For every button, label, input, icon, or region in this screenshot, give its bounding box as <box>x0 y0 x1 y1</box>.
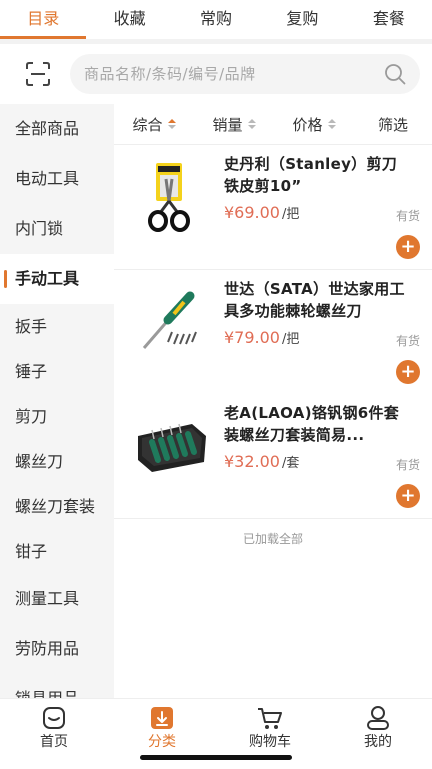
sidebar-item-lock-supplies[interactable]: 锁具用品 <box>0 674 114 698</box>
sort-arrows-icon <box>167 119 176 129</box>
tab-favorites[interactable]: 收藏 <box>86 0 172 38</box>
category-sidebar: 全部商品 电动工具 内门锁 手动工具 扳手 锤子 剪刀 螺丝刀 螺丝刀套装 钳子… <box>0 104 114 698</box>
price-unit: /套 <box>281 456 300 471</box>
home-indicator <box>140 755 292 760</box>
sidebar-item-hand-tools[interactable]: 手动工具 <box>0 254 114 304</box>
cart-icon <box>258 708 282 729</box>
top-tabs: 目录 收藏 常购 复购 套餐 <box>0 0 432 38</box>
sidebar-item-power-tools[interactable]: 电动工具 <box>0 154 114 204</box>
sidebar-item-scissors[interactable]: 剪刀 <box>0 394 114 439</box>
search-placeholder: 商品名称/条码/编号/品牌 <box>84 65 256 83</box>
add-to-cart-button[interactable]: + <box>396 235 420 259</box>
product-title[interactable]: 史丹利（Stanley）剪刀 铁皮剪10” <box>224 153 409 197</box>
stock-status: 有货 <box>395 458 420 472</box>
scan-icon[interactable] <box>25 61 51 87</box>
product-image-ratchet-screwdriver <box>142 291 197 349</box>
home-icon <box>43 707 65 729</box>
category-icon <box>151 707 173 729</box>
search-input[interactable]: 商品名称/条码/编号/品牌 <box>70 54 420 94</box>
product-image-tin-snips <box>148 163 190 232</box>
nav-home[interactable]: 首页 <box>0 699 108 769</box>
nav-cart-label: 购物车 <box>249 734 291 750</box>
sort-arrows-icon <box>247 119 256 129</box>
sort-comprehensive[interactable]: 综合 <box>114 114 194 135</box>
sort-sales-label: 销量 <box>212 115 243 134</box>
sidebar-item-pliers[interactable]: 钳子 <box>0 529 114 574</box>
nav-category-label: 分类 <box>148 734 176 750</box>
nav-home-label: 首页 <box>40 734 68 750</box>
product-image-screwdriver-set <box>138 423 206 472</box>
stock-status: 有货 <box>395 209 420 223</box>
product-title[interactable]: 世达（SATA）世达家用工具多功能棘轮螺丝刀 <box>224 278 409 322</box>
tab-repurchase[interactable]: 复购 <box>259 0 345 38</box>
search-icon[interactable] <box>384 63 406 85</box>
sort-arrows-icon <box>327 119 336 129</box>
price-unit: /把 <box>281 207 300 222</box>
product-card[interactable]: 史丹利（Stanley）剪刀 铁皮剪10” ¥69.00/把 有货 + <box>114 145 432 270</box>
product-card[interactable]: 世达（SATA）世达家用工具多功能棘轮螺丝刀 ¥79.00/把 有货 + <box>114 270 432 395</box>
price-value: ¥79.00 <box>224 328 280 347</box>
price-value: ¥69.00 <box>224 203 280 222</box>
stock-status: 有货 <box>395 334 420 348</box>
sort-price-label: 价格 <box>292 115 323 134</box>
end-of-list-text: 已加载全部 <box>242 532 303 546</box>
add-to-cart-button[interactable]: + <box>396 360 420 384</box>
tab-frequent[interactable]: 常购 <box>173 0 259 38</box>
sidebar-item-screwdriver[interactable]: 螺丝刀 <box>0 439 114 484</box>
product-price: ¥32.00/套 <box>224 452 299 471</box>
product-price: ¥79.00/把 <box>224 328 299 347</box>
product-card[interactable]: 老A(LAOA)铬钒钢6件套装螺丝刀套装简易... ¥32.00/套 有货 + <box>114 394 432 519</box>
sidebar-item-hammer[interactable]: 锤子 <box>0 349 114 394</box>
sort-bar: 综合 销量 价格 筛选 <box>114 104 432 144</box>
user-icon <box>367 706 389 730</box>
nav-mine-label: 我的 <box>364 734 392 750</box>
price-value: ¥32.00 <box>224 452 280 471</box>
add-to-cart-button[interactable]: + <box>396 484 420 508</box>
sort-price[interactable]: 价格 <box>274 114 354 135</box>
sidebar-item-all[interactable]: 全部商品 <box>0 104 114 154</box>
sidebar-item-measuring-tools[interactable]: 测量工具 <box>0 574 114 624</box>
nav-mine[interactable]: 我的 <box>324 699 432 769</box>
search-row: 商品名称/条码/编号/品牌 <box>0 44 432 104</box>
sidebar-item-screwdriver-set[interactable]: 螺丝刀套装 <box>0 484 114 529</box>
price-unit: /把 <box>281 332 300 347</box>
tab-catalog[interactable]: 目录 <box>0 0 86 38</box>
sidebar-item-protective-gear[interactable]: 劳防用品 <box>0 624 114 674</box>
tab-bundles[interactable]: 套餐 <box>346 0 432 38</box>
sidebar-item-door-locks[interactable]: 内门锁 <box>0 204 114 254</box>
sort-comprehensive-label: 综合 <box>132 115 163 134</box>
product-price: ¥69.00/把 <box>224 203 299 222</box>
product-title[interactable]: 老A(LAOA)铬钒钢6件套装螺丝刀套装简易... <box>224 402 409 446</box>
filter-button[interactable]: 筛选 <box>354 114 432 135</box>
sort-sales[interactable]: 销量 <box>194 114 274 135</box>
sidebar-item-wrench[interactable]: 扳手 <box>0 304 114 349</box>
